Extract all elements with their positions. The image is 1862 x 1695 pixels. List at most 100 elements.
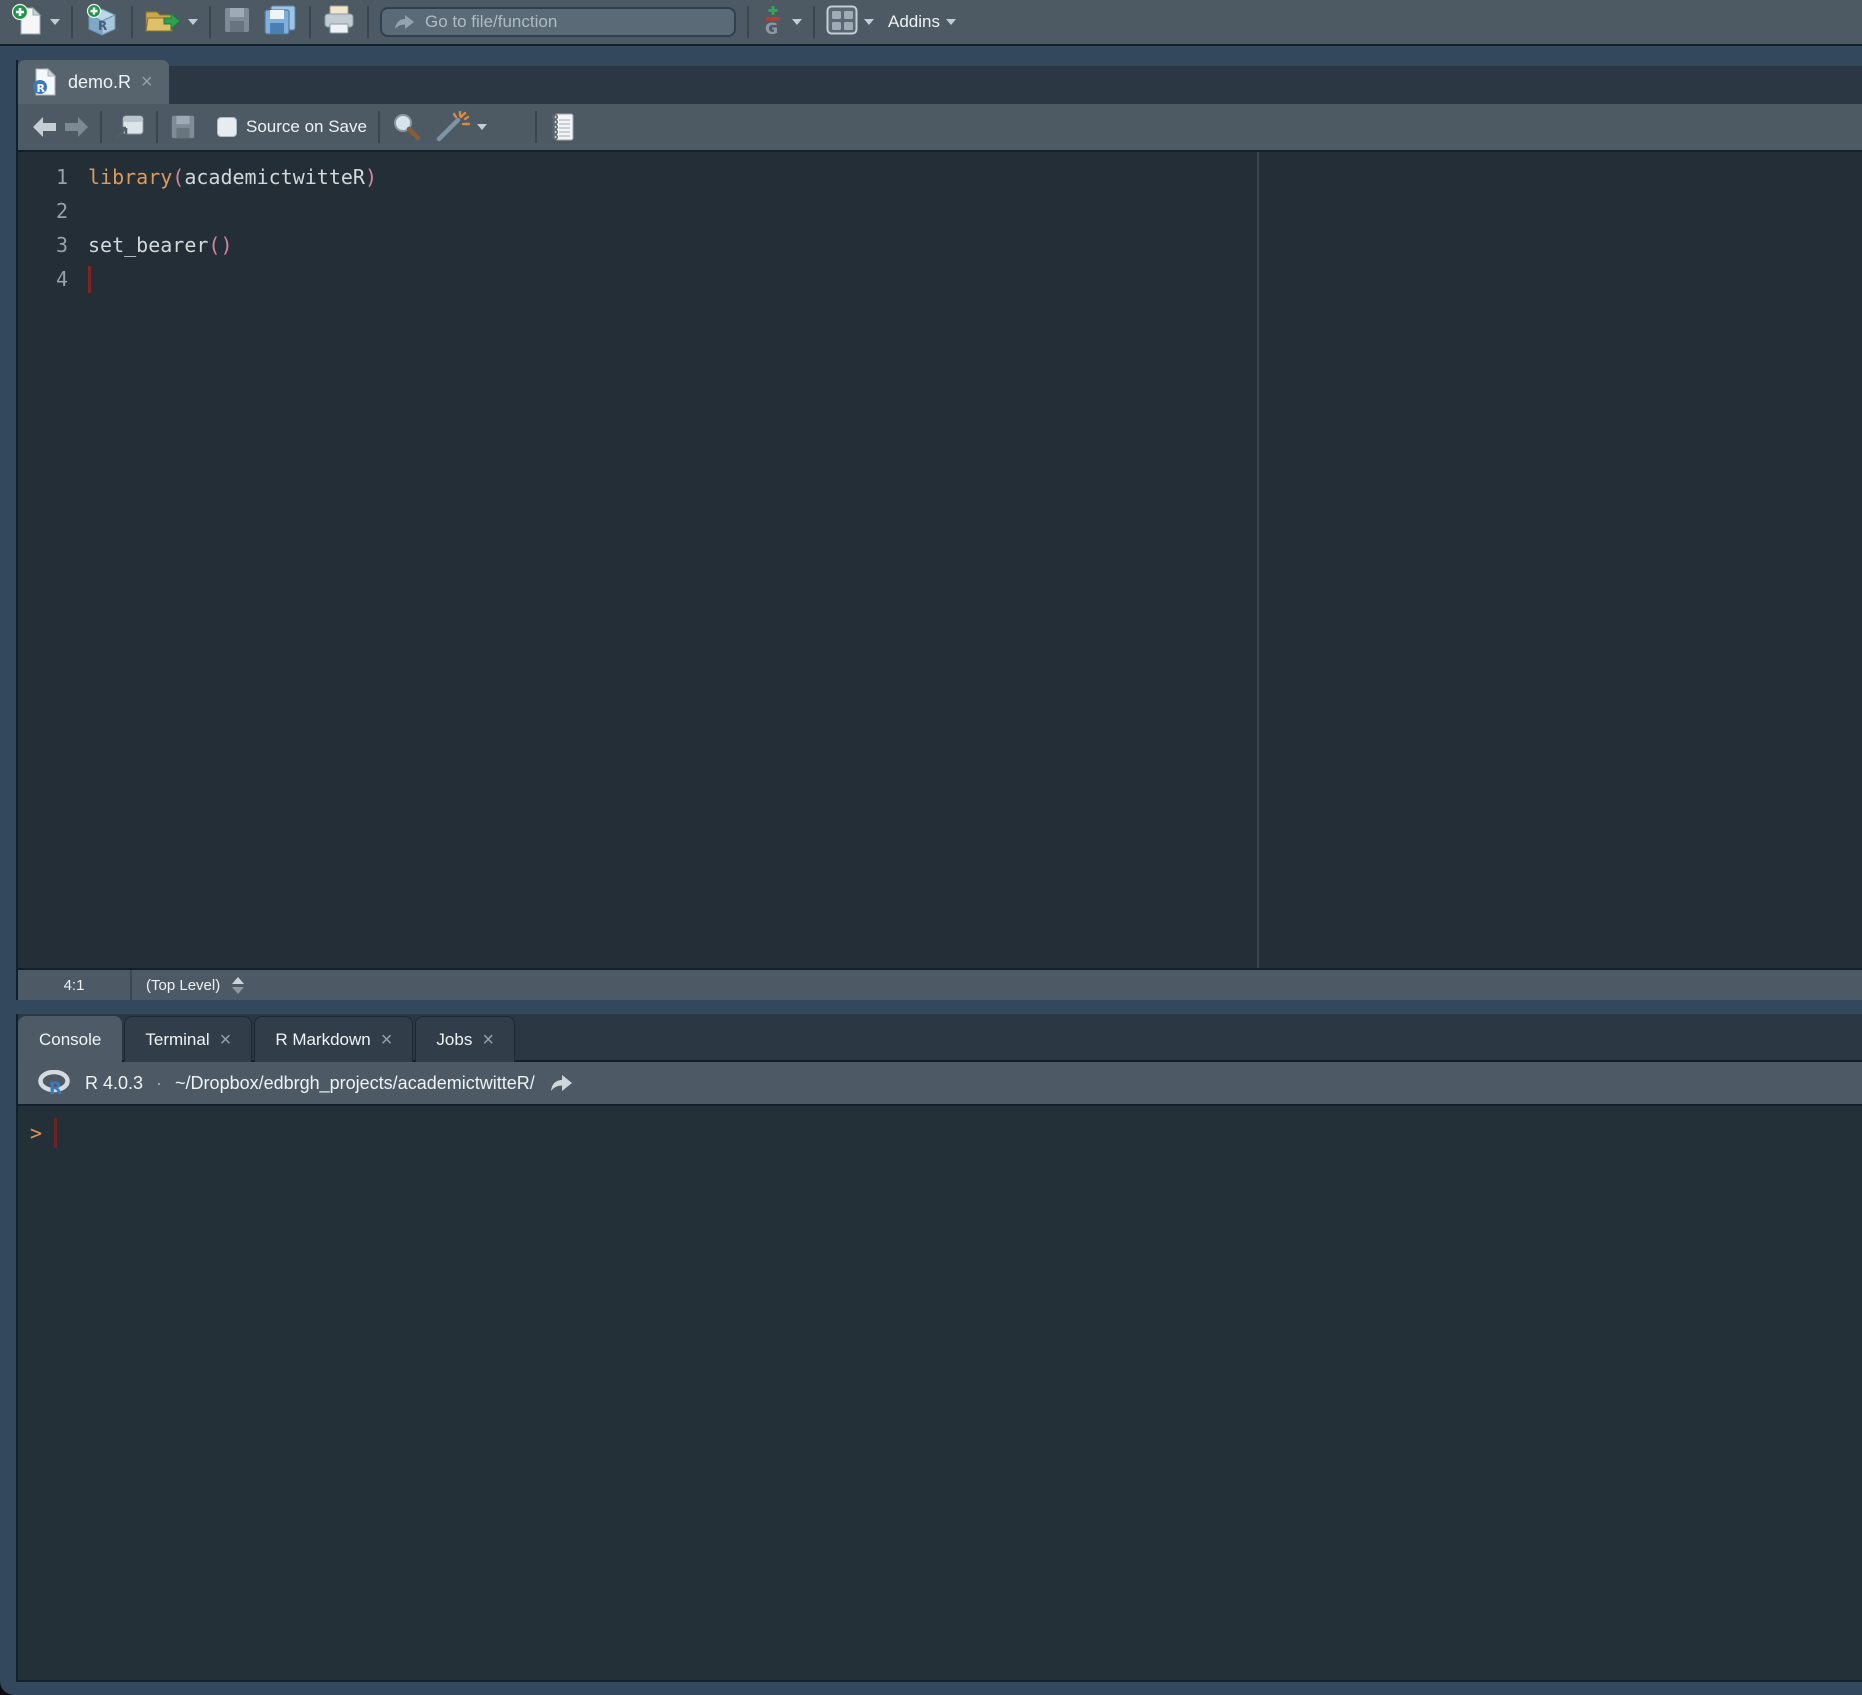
header-separator-dot: ·	[156, 1073, 162, 1094]
print-button[interactable]	[322, 4, 356, 41]
addins-menu[interactable]: Addins	[874, 12, 956, 32]
editor-tabbar: R demo.R ×	[18, 60, 1862, 104]
toolbar-divider	[535, 111, 537, 143]
toolbar-divider	[209, 6, 211, 38]
line-number: 1	[18, 165, 88, 189]
scope-selector-arrows-icon	[232, 977, 244, 994]
panes-grid-icon	[826, 5, 858, 40]
file-icon-letter: R	[37, 82, 46, 95]
editor-statusbar: 4:1 (Top Level)	[18, 968, 1862, 1000]
toolbar-divider	[156, 111, 158, 143]
print-icon	[322, 4, 356, 41]
r-markdown-tab-label: R Markdown	[275, 1030, 370, 1050]
code-line-2[interactable]: 2	[18, 194, 1862, 228]
toolbar-divider	[378, 111, 380, 143]
toolbar-divider	[71, 6, 73, 38]
source-on-save-checkbox[interactable]	[217, 117, 237, 137]
jobs-tab-close-icon[interactable]: ×	[482, 1030, 494, 1050]
editor-tab-title: demo.R	[68, 72, 131, 93]
open-working-directory-icon[interactable]	[548, 1072, 574, 1094]
console-prompt-line[interactable]: >	[30, 1118, 1862, 1148]
scope-selector[interactable]: (Top Level)	[132, 977, 244, 994]
editor-tab-close-icon[interactable]: ×	[141, 72, 153, 92]
find-replace-icon[interactable]	[391, 112, 421, 142]
r-markdown-tab-close-icon[interactable]: ×	[381, 1030, 393, 1050]
open-file-button[interactable]	[144, 5, 198, 40]
scope-label: (Top Level)	[146, 977, 220, 994]
show-in-new-window-icon[interactable]	[113, 113, 145, 141]
line-number: 2	[18, 199, 88, 223]
open-file-dropdown-caret[interactable]	[188, 19, 198, 25]
tab-console[interactable]: Console	[18, 1016, 122, 1062]
r-file-icon: R	[32, 67, 58, 97]
editor-tab-demo[interactable]: R demo.R ×	[18, 60, 169, 104]
save-icon	[222, 5, 252, 40]
new-file-button[interactable]	[12, 3, 60, 42]
terminal-tab-label: Terminal	[145, 1030, 209, 1050]
save-all-button[interactable]	[262, 4, 298, 41]
code-token-function: set_bearer	[88, 233, 208, 257]
code-token-paren: ()	[208, 233, 232, 257]
source-on-save-label: Source on Save	[246, 117, 367, 137]
toolbar-divider	[100, 111, 102, 143]
toolbar-divider	[131, 6, 133, 38]
console-tab-label: Console	[39, 1030, 101, 1050]
open-folder-icon	[144, 5, 182, 40]
editor-toolbar: Source on Save	[18, 104, 1862, 152]
version-control-button[interactable]: G	[760, 4, 802, 41]
code-token-keyword: library	[88, 165, 172, 189]
tab-terminal[interactable]: Terminal ×	[124, 1016, 252, 1062]
compile-report-icon[interactable]	[548, 112, 576, 142]
console-prompt: >	[30, 1121, 42, 1145]
console-pane: Console Terminal × R Markdown × Jobs × R	[16, 1014, 1862, 1682]
code-line-4[interactable]: 4	[18, 262, 1862, 296]
print-margin-guide	[1257, 152, 1259, 968]
console-header: R R 4.0.3 · ~/Dropbox/edbrgh_projects/ac…	[18, 1062, 1862, 1106]
back-icon[interactable]	[32, 116, 58, 138]
code-token-arg: academictwitteR	[184, 165, 365, 189]
line-number: 4	[18, 267, 88, 291]
git-icon: G	[760, 4, 786, 41]
r-logo-letter: R	[49, 1079, 62, 1096]
new-file-icon	[12, 3, 44, 42]
toolbar-divider	[747, 6, 749, 38]
code-tools-dropdown-caret[interactable]	[477, 124, 487, 130]
version-control-dropdown-caret[interactable]	[792, 19, 802, 25]
addins-dropdown-caret	[946, 19, 956, 25]
git-letter: G	[765, 19, 778, 36]
code-token-paren: )	[365, 165, 377, 189]
svg-text:R: R	[98, 19, 107, 33]
goto-file-function-box[interactable]	[380, 7, 736, 37]
terminal-tab-close-icon[interactable]: ×	[220, 1030, 232, 1050]
code-line-3[interactable]: 3 set_bearer()	[18, 228, 1862, 262]
jobs-tab-label: Jobs	[436, 1030, 472, 1050]
line-number: 3	[18, 233, 88, 257]
workspace-panes-button[interactable]	[826, 5, 874, 40]
panes-dropdown-caret[interactable]	[864, 19, 874, 25]
main-toolbar: R	[0, 0, 1862, 46]
code-line-1[interactable]: 1 library(academictwitteR)	[18, 160, 1862, 194]
save-button[interactable]	[222, 5, 252, 40]
tab-r-markdown[interactable]: R Markdown ×	[254, 1016, 413, 1062]
working-directory-path: ~/Dropbox/edbrgh_projects/academictwitte…	[175, 1073, 535, 1094]
code-tools-wand-icon[interactable]	[435, 111, 471, 143]
editor-save-icon[interactable]	[169, 113, 197, 141]
editor-tabstrip	[18, 66, 1862, 104]
console-tabbar: Console Terminal × R Markdown × Jobs ×	[18, 1014, 1862, 1062]
toolbar-divider	[309, 6, 311, 38]
forward-icon[interactable]	[63, 116, 89, 138]
source-editor-pane: R demo.R ×	[16, 60, 1862, 1000]
code-editor-surface[interactable]: 1 library(academictwitteR) 2 3 set_beare…	[18, 152, 1862, 968]
addins-label: Addins	[888, 12, 940, 32]
console-text-cursor	[54, 1118, 57, 1148]
console-output-area[interactable]: >	[18, 1106, 1862, 1682]
goto-file-function-input[interactable]	[425, 12, 724, 32]
new-project-button[interactable]: R	[84, 3, 120, 42]
toolbar-divider	[813, 6, 815, 38]
rstudio-window: R	[0, 0, 1862, 1695]
tab-jobs[interactable]: Jobs ×	[415, 1016, 515, 1062]
save-all-icon	[262, 4, 298, 41]
new-file-dropdown-caret[interactable]	[50, 19, 60, 25]
toolbar-divider	[367, 6, 369, 38]
code-token-paren: (	[172, 165, 184, 189]
